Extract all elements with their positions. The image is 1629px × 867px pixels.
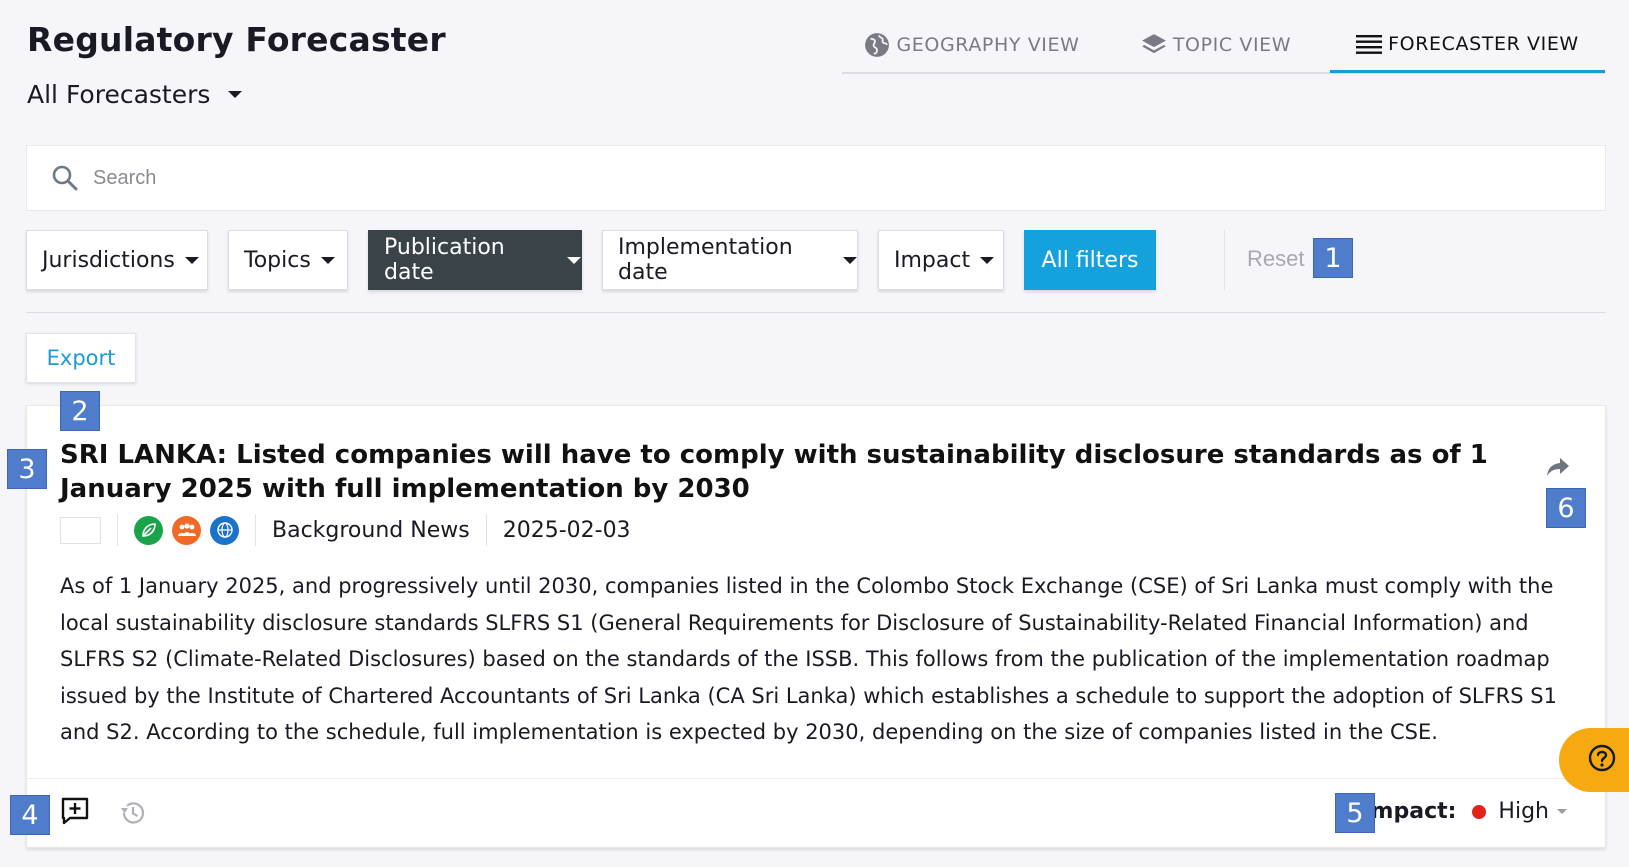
annotation-badge: 4 bbox=[10, 795, 50, 835]
help-button[interactable] bbox=[1559, 728, 1629, 792]
search-bar bbox=[26, 145, 1606, 211]
divider bbox=[255, 514, 256, 546]
caret-down-icon bbox=[567, 256, 581, 264]
search-icon bbox=[51, 164, 79, 192]
forecaster-dropdown-label: All Forecasters bbox=[27, 80, 211, 109]
all-filters-label: All filters bbox=[1041, 247, 1139, 273]
annotation-badge: 5 bbox=[1335, 793, 1375, 833]
caret-down-icon bbox=[1557, 809, 1567, 814]
all-filters-button[interactable]: All filters bbox=[1024, 230, 1156, 290]
caret-down-icon bbox=[320, 256, 335, 264]
jurisdictions-filter-button[interactable]: Jurisdictions bbox=[26, 230, 208, 290]
publication-date-filter-button[interactable]: Publication date bbox=[368, 230, 582, 290]
annotation-badge: 6 bbox=[1546, 488, 1586, 528]
divider bbox=[26, 312, 1606, 313]
impact-indicator: Impact: High bbox=[1362, 799, 1567, 824]
history-icon[interactable] bbox=[119, 799, 147, 827]
tab-geography-view-label: GEOGRAPHY VIEW bbox=[896, 34, 1080, 56]
help-icon bbox=[1587, 743, 1617, 778]
tab-topic-view-label: TOPIC VIEW bbox=[1172, 34, 1292, 56]
implementation-date-filter-label: Implementation date bbox=[618, 235, 793, 285]
card-meta: Background News 2025-02-03 bbox=[60, 514, 631, 546]
leaf-icon bbox=[134, 515, 163, 545]
forecast-card: SRI LANKA: Listed companies will have to… bbox=[26, 405, 1606, 848]
caret-down-icon bbox=[980, 256, 995, 264]
forecaster-dropdown[interactable]: All Forecasters bbox=[27, 80, 243, 109]
impact-dropdown[interactable]: High bbox=[1498, 799, 1567, 824]
add-comment-icon[interactable] bbox=[61, 797, 89, 825]
share-icon[interactable] bbox=[1545, 456, 1571, 478]
publication-date-filter-label: Publication date bbox=[384, 235, 505, 285]
topics-filter-button[interactable]: Topics bbox=[228, 230, 348, 290]
divider bbox=[117, 514, 118, 546]
impact-status-dot bbox=[1472, 804, 1487, 819]
list-icon bbox=[1356, 33, 1383, 55]
globe-network-icon bbox=[210, 515, 239, 545]
caret-down-icon bbox=[843, 256, 857, 264]
app-title: Regulatory Forecaster bbox=[27, 20, 446, 59]
view-tabs: GEOGRAPHY VIEW TOPIC VIEW FORECASTER VIE… bbox=[842, 18, 1605, 74]
divider bbox=[485, 514, 487, 546]
export-button[interactable]: Export bbox=[26, 333, 136, 383]
search-input[interactable] bbox=[93, 166, 1493, 190]
country-flag bbox=[60, 516, 101, 544]
annotation-badge: 2 bbox=[60, 391, 100, 431]
tab-topic-view[interactable]: TOPIC VIEW bbox=[1102, 18, 1330, 72]
impact-label: Impact: bbox=[1362, 799, 1457, 824]
topics-filter-label: Topics bbox=[244, 247, 311, 273]
tab-geography-view[interactable]: GEOGRAPHY VIEW bbox=[842, 18, 1102, 72]
impact-value: High bbox=[1498, 799, 1549, 824]
tab-forecaster-view[interactable]: FORECASTER VIEW bbox=[1330, 18, 1605, 73]
caret-down-icon bbox=[184, 256, 199, 264]
card-title[interactable]: SRI LANKA: Listed companies will have to… bbox=[60, 438, 1530, 506]
layers-icon bbox=[1141, 32, 1167, 58]
category-label: Background News bbox=[272, 517, 470, 543]
people-icon bbox=[172, 515, 201, 545]
impact-filter-label: Impact bbox=[894, 247, 971, 273]
publication-date: 2025-02-03 bbox=[502, 517, 631, 543]
divider bbox=[1224, 230, 1225, 290]
caret-down-icon bbox=[228, 91, 243, 98]
card-body: As of 1 January 2025, and progressively … bbox=[60, 574, 1557, 744]
reset-button[interactable]: Reset bbox=[1247, 246, 1304, 272]
annotation-badge: 3 bbox=[7, 449, 47, 489]
implementation-date-filter-button[interactable]: Implementation date bbox=[602, 230, 858, 290]
impact-filter-button[interactable]: Impact bbox=[878, 230, 1004, 290]
annotation-badge: 1 bbox=[1313, 238, 1353, 278]
jurisdictions-filter-label: Jurisdictions bbox=[42, 247, 175, 273]
tab-forecaster-view-label: FORECASTER VIEW bbox=[1388, 33, 1579, 55]
globe-icon bbox=[864, 32, 890, 58]
